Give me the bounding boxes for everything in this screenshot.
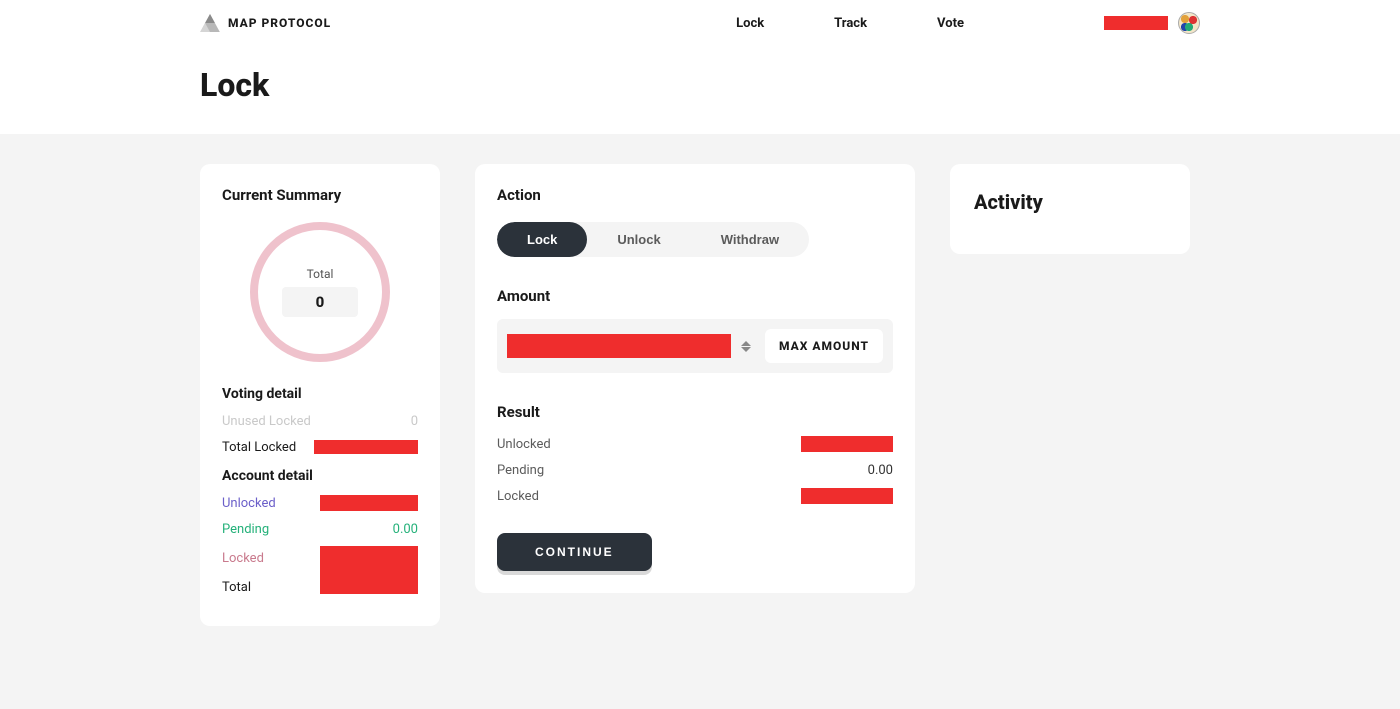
result-unlocked-label: Unlocked — [497, 437, 551, 452]
voting-detail-heading: Voting detail — [222, 386, 418, 402]
account-unlocked-value-redacted — [320, 495, 418, 511]
total-ring: Total 0 — [250, 222, 390, 362]
account-pending-label: Pending — [222, 522, 269, 537]
brand-text: MAP PROTOCOL — [228, 16, 331, 30]
tab-withdraw[interactable]: Withdraw — [691, 222, 809, 257]
activity-heading: Activity — [974, 190, 1166, 214]
result-list: Unlocked Pending 0.00 Locked — [497, 435, 893, 505]
action-card: Action Lock Unlock Withdraw Amount MAX A… — [475, 164, 915, 593]
continue-button[interactable]: CONTINUE — [497, 533, 652, 571]
activity-card: Activity — [950, 164, 1190, 254]
nav: Lock Track Vote — [736, 12, 1200, 34]
result-heading: Result — [497, 403, 893, 421]
account-detail-heading: Account detail — [222, 468, 418, 484]
account-unlocked-label: Unlocked — [222, 496, 276, 511]
account-pending-value: 0.00 — [393, 522, 418, 537]
topbar: MAP PROTOCOL Lock Track Vote — [200, 0, 1200, 46]
page-body: Current Summary Total 0 Voting detail Un… — [0, 134, 1400, 709]
nav-track[interactable]: Track — [834, 16, 867, 31]
amount-stepper[interactable] — [741, 341, 755, 352]
tab-unlock[interactable]: Unlock — [587, 222, 690, 257]
ring-label: Total — [307, 267, 334, 281]
page-title: Lock — [200, 66, 1200, 104]
account-address-redacted — [1104, 16, 1168, 30]
tab-lock[interactable]: Lock — [497, 222, 587, 257]
logo-icon — [200, 14, 220, 32]
unused-locked-value: 0 — [411, 414, 418, 429]
nav-vote[interactable]: Vote — [937, 16, 964, 31]
result-pending-label: Pending — [497, 463, 544, 478]
result-pending-value: 0.00 — [868, 463, 893, 478]
summary-card: Current Summary Total 0 Voting detail Un… — [200, 164, 440, 626]
result-locked-value-redacted — [801, 488, 893, 504]
total-locked-value-redacted — [314, 440, 418, 454]
account-total-label: Total — [222, 580, 251, 595]
result-locked-label: Locked — [497, 489, 539, 504]
ring-value: 0 — [282, 287, 359, 317]
account-locked-label: Locked — [222, 551, 264, 566]
summary-heading: Current Summary — [222, 186, 418, 204]
account-widget[interactable] — [1104, 12, 1200, 34]
page-title-wrap: Lock — [200, 66, 1200, 104]
avatar-icon — [1178, 12, 1200, 34]
max-amount-button[interactable]: MAX AMOUNT — [765, 329, 883, 363]
amount-heading: Amount — [497, 287, 893, 305]
chevron-down-icon[interactable] — [741, 347, 751, 352]
chevron-up-icon[interactable] — [741, 341, 751, 346]
unused-locked-label: Unused Locked — [222, 414, 311, 429]
amount-input-row: MAX AMOUNT — [497, 319, 893, 373]
account-locked-total-value-redacted — [320, 546, 418, 594]
total-locked-label: Total Locked — [222, 440, 296, 455]
brand-logo[interactable]: MAP PROTOCOL — [200, 14, 331, 32]
result-unlocked-value-redacted — [801, 436, 893, 452]
action-heading: Action — [497, 186, 893, 204]
nav-lock[interactable]: Lock — [736, 16, 764, 31]
amount-input-redacted[interactable] — [507, 334, 731, 358]
action-tabs: Lock Unlock Withdraw — [497, 222, 809, 257]
